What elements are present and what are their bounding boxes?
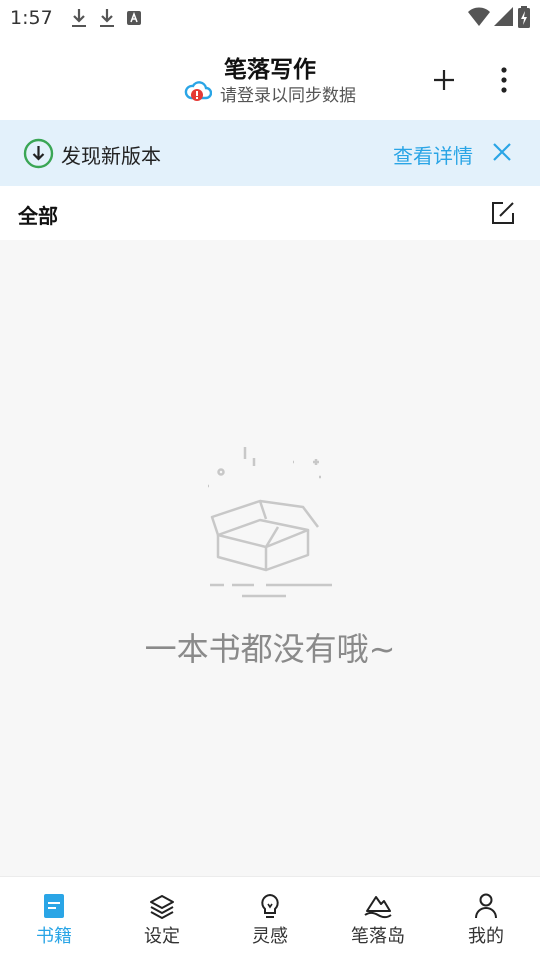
more-button[interactable] xyxy=(490,64,518,96)
user-icon xyxy=(432,893,540,919)
nav-item-books[interactable]: 书籍 xyxy=(0,877,108,960)
close-icon[interactable] xyxy=(491,141,513,167)
download-icon xyxy=(71,8,87,28)
nav-label: 设定 xyxy=(144,926,180,947)
add-button[interactable] xyxy=(428,64,460,96)
font-icon xyxy=(126,11,141,25)
download-icon xyxy=(99,8,115,28)
bottom-nav: 书籍 设定 灵感 笔落岛 我的 xyxy=(0,876,540,960)
plus-icon xyxy=(434,70,454,90)
sync-text: 请登录以同步数据 xyxy=(220,85,356,106)
nav-item-inspiration[interactable]: 灵感 xyxy=(216,877,324,960)
nav-item-island[interactable]: 笔落岛 xyxy=(324,877,432,960)
signal-icon xyxy=(494,7,514,31)
wifi-icon xyxy=(468,7,490,31)
book-icon xyxy=(0,893,108,919)
update-banner: 发现新版本 查看详情 xyxy=(0,120,540,186)
island-icon xyxy=(324,893,432,919)
more-vertical-icon xyxy=(501,67,507,93)
cloud-alert-icon xyxy=(184,80,213,106)
empty-state-text: 一本书都没有哦~ xyxy=(144,630,396,668)
view-details-link[interactable]: 查看详情 xyxy=(393,140,473,169)
status-bar: 1:57 xyxy=(0,0,540,36)
battery-icon xyxy=(518,6,530,32)
update-text: 发现新版本 xyxy=(61,144,161,168)
nav-item-profile[interactable]: 我的 xyxy=(432,877,540,960)
edit-icon[interactable] xyxy=(490,200,516,230)
layers-icon xyxy=(108,893,216,919)
lightbulb-icon xyxy=(216,893,324,919)
app-header: 笔落写作 请登录以同步数据 xyxy=(0,36,540,120)
nav-label: 灵感 xyxy=(252,926,288,947)
nav-label: 书籍 xyxy=(36,926,72,947)
empty-box-icon xyxy=(200,440,340,604)
nav-item-settings[interactable]: 设定 xyxy=(108,877,216,960)
section-bar: 全部 xyxy=(0,186,540,240)
download-circle-icon xyxy=(23,138,54,173)
book-list-area: 一本书都没有哦~ xyxy=(0,240,540,876)
status-time: 1:57 xyxy=(10,7,53,29)
nav-label: 我的 xyxy=(468,926,504,947)
section-title: 全部 xyxy=(18,204,58,228)
nav-label: 笔落岛 xyxy=(351,926,405,947)
